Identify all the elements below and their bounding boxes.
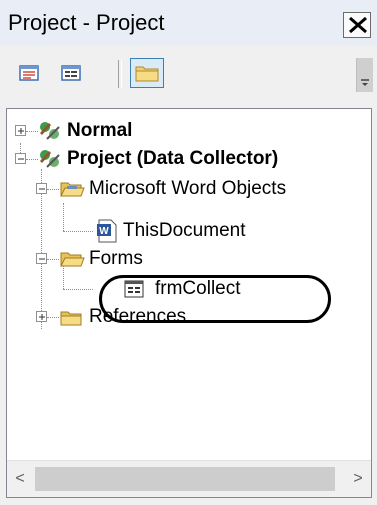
highlight-oval — [99, 275, 331, 323]
vba-project-icon — [40, 122, 60, 140]
word-document-icon: W — [97, 219, 117, 243]
minus-icon — [39, 188, 45, 190]
explorer-toolbar — [0, 48, 377, 104]
scrollbar-thumb[interactable] — [35, 467, 335, 491]
tree-node-label: Normal — [67, 120, 133, 141]
window-title: Project - Project — [8, 10, 165, 35]
tree-node-forms[interactable]: Forms — [7, 245, 371, 273]
scroll-left-button[interactable]: < — [9, 469, 31, 489]
collapse-toggle[interactable] — [36, 253, 47, 264]
scroll-right-button[interactable]: > — [347, 469, 369, 489]
toolbar-separator — [118, 60, 122, 88]
view-code-icon — [19, 65, 39, 81]
vba-project-icon — [40, 150, 60, 168]
expand-toggle[interactable] — [36, 311, 47, 322]
toggle-folders-icon — [135, 66, 159, 82]
close-button[interactable] — [343, 12, 371, 38]
tree-content: Normal Project (Data Collector) Microsof… — [7, 109, 371, 461]
toolbar-overflow-chevron[interactable] — [356, 58, 373, 92]
tree-node-normal[interactable]: Normal — [7, 117, 367, 145]
expand-toggle[interactable] — [15, 125, 26, 136]
view-object-button[interactable] — [56, 60, 86, 86]
toggle-folders-button[interactable] — [130, 58, 164, 88]
project-tree-view[interactable]: Normal Project (Data Collector) Microsof… — [6, 108, 372, 498]
view-code-button[interactable] — [14, 60, 44, 86]
title-bar[interactable]: Project - Project — [0, 0, 377, 46]
tree-node-label: ThisDocument — [123, 220, 246, 241]
view-object-icon — [61, 65, 81, 81]
project-explorer-panel: Project - Project Normal Project (Data C… — [0, 0, 377, 505]
tree-node-microsoft-word-objects[interactable]: Microsoft Word Objects — [7, 175, 371, 203]
tree-node-label: Microsoft Word Objects — [89, 178, 287, 199]
chevron-down-icon — [361, 79, 369, 86]
collapse-toggle[interactable] — [15, 153, 26, 164]
folder-closed-icon — [60, 311, 82, 326]
svg-text:W: W — [99, 226, 109, 237]
tree-node-label: Forms — [89, 248, 143, 269]
plus-icon — [18, 128, 24, 134]
tree-node-label: Project (Data Collector) — [67, 148, 279, 169]
collapse-toggle[interactable] — [36, 183, 47, 194]
close-icon — [349, 16, 367, 34]
plus-icon — [39, 314, 45, 320]
folder-open-icon — [60, 252, 85, 267]
tree-node-project-data-collector[interactable]: Project (Data Collector) — [7, 145, 371, 173]
minus-icon — [18, 158, 24, 160]
horizontal-scrollbar[interactable]: < > — [7, 460, 371, 497]
tree-node-thisdocument[interactable]: W ThisDocument — [7, 217, 371, 245]
minus-icon — [39, 258, 45, 260]
folder-open-icon — [60, 182, 85, 197]
